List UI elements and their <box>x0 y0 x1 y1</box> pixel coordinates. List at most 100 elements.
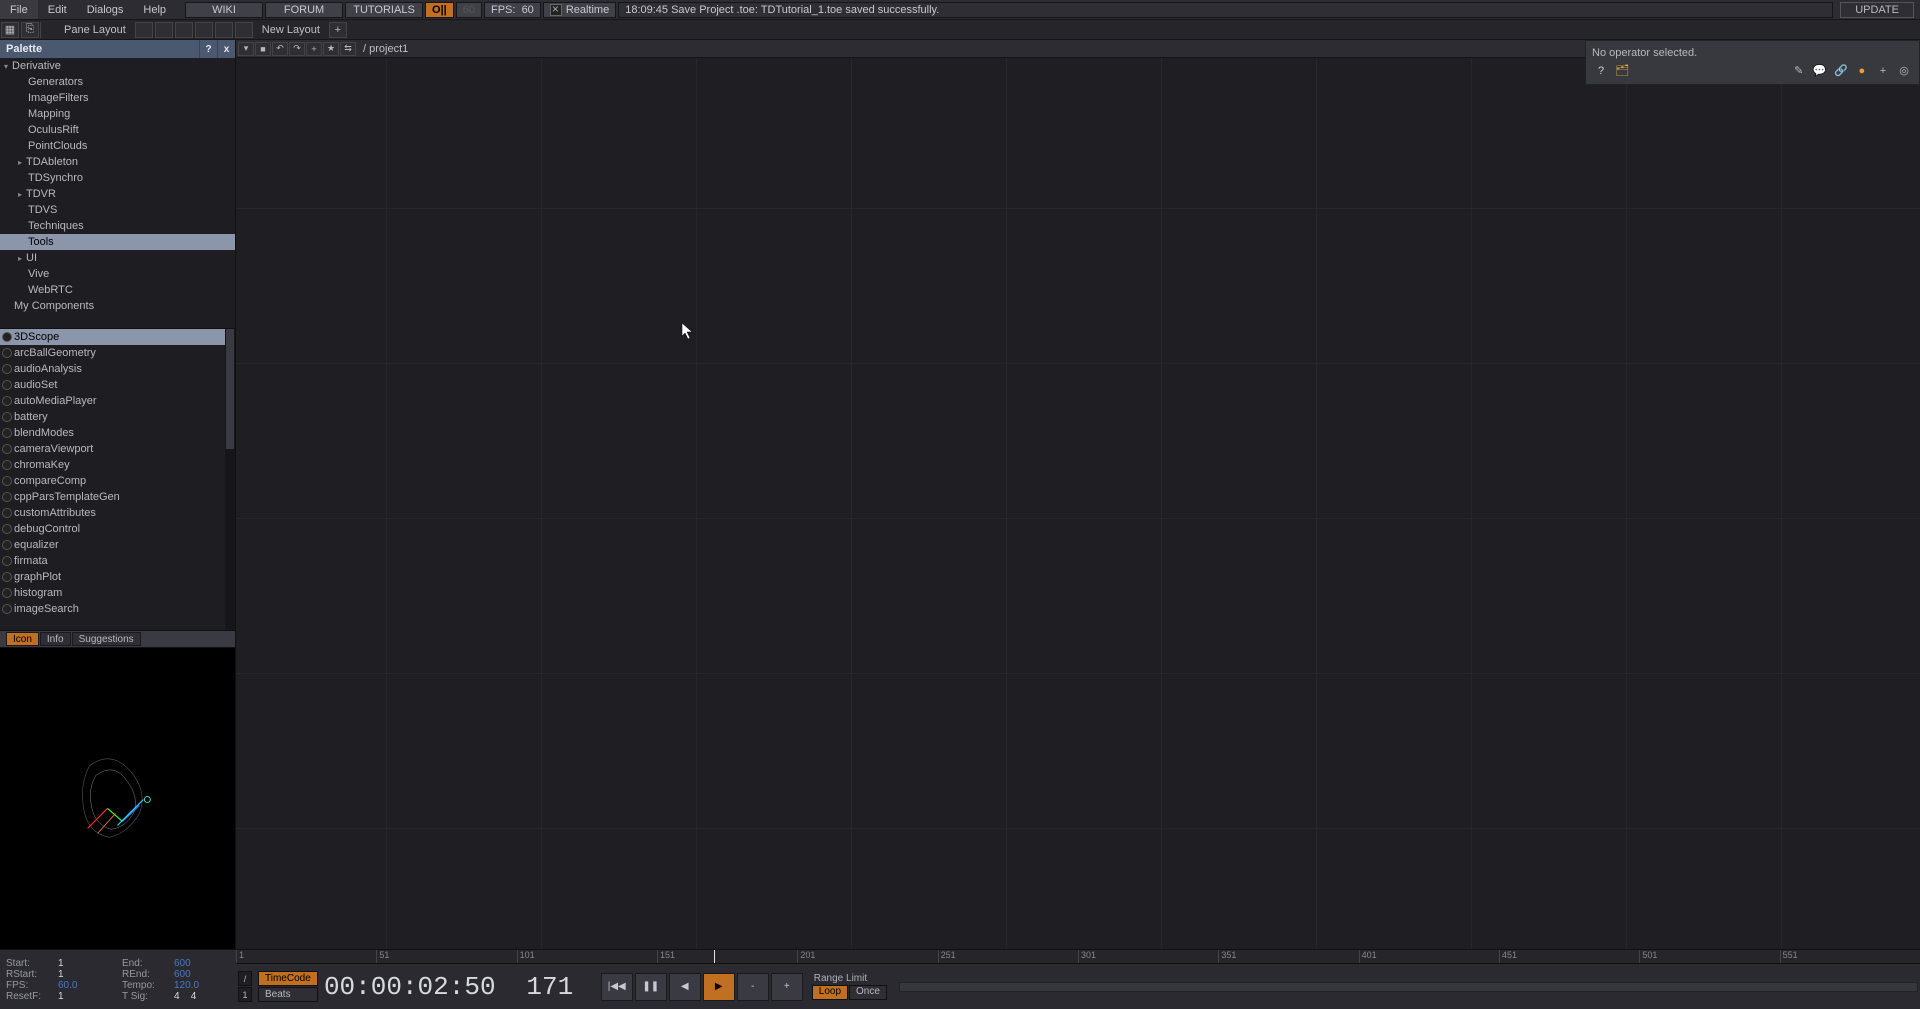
stat-fps[interactable]: 60.0 <box>58 980 122 991</box>
pane-tool-1[interactable]: ▦ <box>1 22 19 38</box>
menu-dialogs[interactable]: Dialogs <box>77 0 134 19</box>
list-item[interactable]: imageSearch <box>0 601 235 617</box>
net-menu-button[interactable]: ▾ <box>238 42 254 56</box>
tree-item-tdvs[interactable]: TDVS <box>0 202 235 218</box>
pause-button[interactable]: ❚❚ <box>635 973 667 1001</box>
stat-rstart[interactable]: 1 <box>58 969 122 980</box>
palette-close-button[interactable]: x <box>217 40 235 58</box>
net-add-button[interactable]: + <box>306 42 322 56</box>
tree-item-techniques[interactable]: Techniques <box>0 218 235 234</box>
layout-preset-2[interactable] <box>155 22 173 38</box>
link-tutorials[interactable]: TUTORIALS <box>345 2 423 18</box>
list-item[interactable]: audioAnalysis <box>0 361 235 377</box>
list-item[interactable]: customAttributes <box>0 505 235 521</box>
list-item[interactable]: 3DScope <box>0 329 235 345</box>
tree-item-tdvr[interactable]: TDVR <box>0 186 235 202</box>
net-bookmark-button[interactable]: ★ <box>323 42 339 56</box>
layout-preset-4[interactable] <box>195 22 213 38</box>
tree-item-imagefilters[interactable]: ImageFilters <box>0 90 235 106</box>
palette-list-scrollbar[interactable] <box>225 329 235 630</box>
list-item[interactable]: autoMediaPlayer <box>0 393 235 409</box>
tree-item-ui[interactable]: UI <box>0 250 235 266</box>
tree-item-vive[interactable]: Vive <box>0 266 235 282</box>
frame-display[interactable]: 171 <box>500 972 600 1002</box>
param-link-icon[interactable]: 🔗 <box>1834 63 1848 77</box>
tree-item-tdableton[interactable]: TDAbleton <box>0 154 235 170</box>
stat-end[interactable]: 600 <box>174 958 230 969</box>
checkbox-icon[interactable] <box>550 4 562 16</box>
layout-preset-6[interactable] <box>235 22 253 38</box>
realtime-toggle[interactable]: Realtime <box>543 2 616 18</box>
param-folder-icon[interactable]: 🗂 <box>1615 63 1629 77</box>
timeline-range-track[interactable] <box>899 982 1918 992</box>
stat-start[interactable]: 1 <box>58 958 122 969</box>
tree-item-oculusrift[interactable]: OculusRift <box>0 122 235 138</box>
link-wiki[interactable]: WIKI <box>185 2 263 18</box>
net-forward-button[interactable]: ↷ <box>289 42 305 56</box>
stat-rend[interactable]: 600 <box>174 969 230 980</box>
network-grid[interactable] <box>236 58 1920 949</box>
list-item[interactable]: audioSet <box>0 377 235 393</box>
once-button[interactable]: Once <box>849 985 887 1000</box>
param-target-icon[interactable]: ◎ <box>1897 63 1911 77</box>
timecode-display[interactable]: 00:00:02:50 <box>320 972 500 1002</box>
list-item[interactable]: graphPlot <box>0 569 235 585</box>
op-create-button[interactable]: O|| <box>425 2 454 18</box>
tree-item-pointclouds[interactable]: PointClouds <box>0 138 235 154</box>
preview-tab-suggestions[interactable]: Suggestions <box>72 632 141 646</box>
menu-file[interactable]: File <box>0 0 38 19</box>
net-back-button[interactable]: ↶ <box>272 42 288 56</box>
list-item[interactable]: cameraViewport <box>0 441 235 457</box>
list-item[interactable]: debugControl <box>0 521 235 537</box>
play-reverse-button[interactable]: ◀ <box>669 973 701 1001</box>
step-back-button[interactable]: - <box>737 973 769 1001</box>
list-item[interactable]: histogram <box>0 585 235 601</box>
tree-my-components[interactable]: My Components <box>0 298 235 314</box>
list-item[interactable]: chromaKey <box>0 457 235 473</box>
step-forward-button[interactable]: + <box>771 973 803 1001</box>
fps-cap[interactable]: 60 <box>456 2 482 18</box>
net-stop-button[interactable]: ■ <box>255 42 271 56</box>
list-item[interactable]: cppParsTemplateGen <box>0 489 235 505</box>
stat-tsig[interactable]: 4 4 <box>174 991 230 1002</box>
param-globe-icon[interactable]: ● <box>1855 64 1869 78</box>
rewind-button[interactable]: |◀◀ <box>601 973 633 1001</box>
list-item[interactable]: blendModes <box>0 425 235 441</box>
list-item[interactable]: compareComp <box>0 473 235 489</box>
playhead[interactable] <box>714 950 715 963</box>
link-forum[interactable]: FORUM <box>265 2 343 18</box>
tree-item-tools[interactable]: Tools <box>0 234 235 250</box>
layout-preset-3[interactable] <box>175 22 193 38</box>
palette-help-button[interactable]: ? <box>199 40 217 58</box>
list-item[interactable]: firmata <box>0 553 235 569</box>
pane-tool-2[interactable]: ⎘ <box>21 22 39 38</box>
param-add-icon[interactable]: + <box>1876 64 1890 78</box>
tree-item-tdsynchro[interactable]: TDSynchro <box>0 170 235 186</box>
preview-tab-icon[interactable]: Icon <box>6 632 39 646</box>
tree-item-mapping[interactable]: Mapping <box>0 106 235 122</box>
param-comment-icon[interactable]: 💬 <box>1813 63 1827 77</box>
net-link-button[interactable]: ⇆ <box>340 42 356 56</box>
timeline-ruler[interactable]: 151101151201251301351401451501551600 <box>236 950 1920 964</box>
play-button[interactable]: ▶ <box>703 973 735 1001</box>
layout-preset-5[interactable] <box>215 22 233 38</box>
tree-root-derivative[interactable]: Derivative <box>0 58 235 74</box>
tab-timecode[interactable]: TimeCode <box>258 971 318 986</box>
layout-preset-1[interactable] <box>135 22 153 38</box>
menu-edit[interactable]: Edit <box>38 0 77 19</box>
list-item[interactable]: equalizer <box>0 537 235 553</box>
loop-button[interactable]: Loop <box>812 985 848 1000</box>
stat-resetf[interactable]: 1 <box>58 991 122 1002</box>
list-item[interactable]: battery <box>0 409 235 425</box>
param-edit-icon[interactable]: ✎ <box>1792 63 1806 77</box>
network-editor[interactable]: ▾ ■ ↶ ↷ + ★ ⇆ / project1 0 □ ⤢ No operat… <box>236 40 1920 949</box>
list-item[interactable]: arcBallGeometry <box>0 345 235 361</box>
tree-item-generators[interactable]: Generators <box>0 74 235 90</box>
param-help-icon[interactable]: ? <box>1594 64 1608 78</box>
network-path[interactable]: / project1 <box>357 43 414 55</box>
tab-beats[interactable]: Beats <box>258 987 318 1002</box>
tree-item-webrtc[interactable]: WebRTC <box>0 282 235 298</box>
menu-help[interactable]: Help <box>133 0 176 19</box>
update-button[interactable]: UPDATE <box>1840 2 1914 18</box>
new-layout-add[interactable]: + <box>329 22 347 38</box>
